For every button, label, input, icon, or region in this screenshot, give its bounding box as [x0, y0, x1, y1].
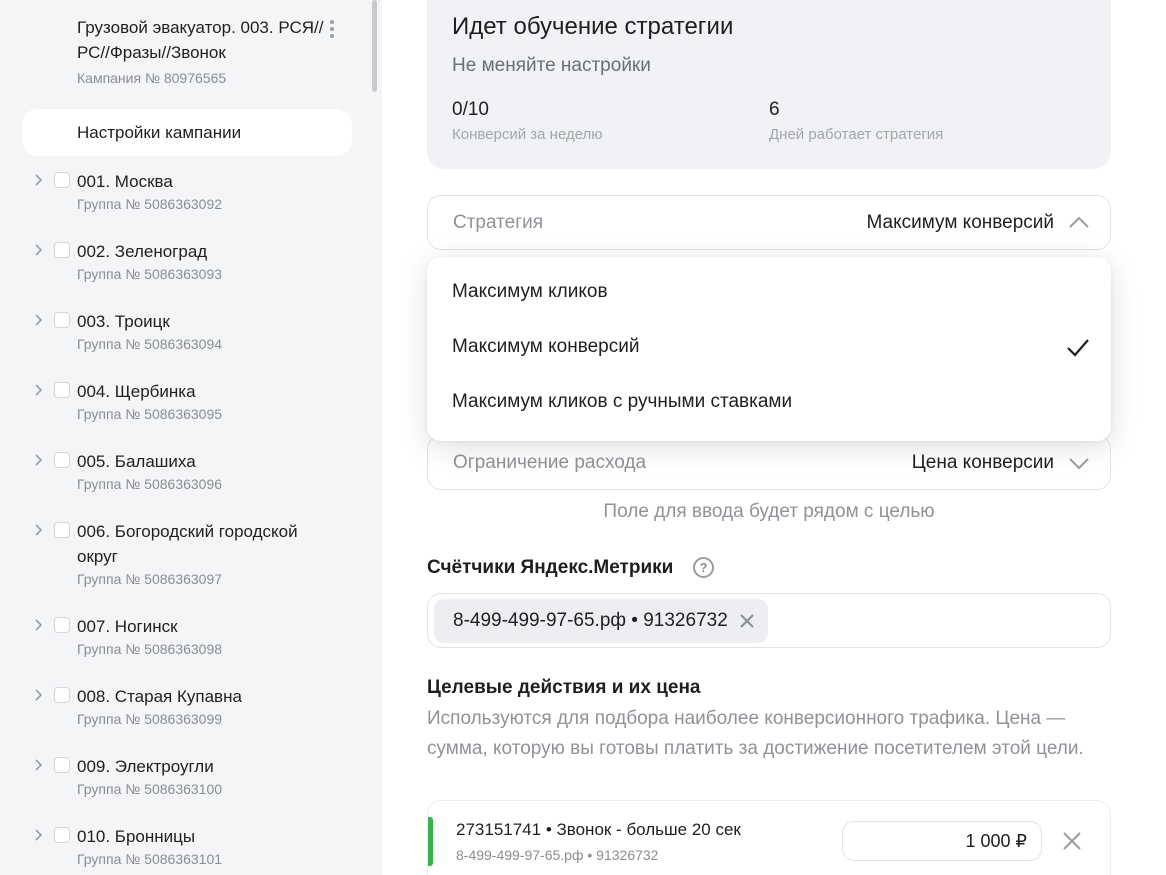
goal-status-bar [428, 817, 433, 866]
group-name: 002. Зеленоград [77, 242, 208, 261]
group-checkbox[interactable] [54, 242, 70, 258]
strategy-value: Максимум конверсий [866, 212, 1054, 233]
goal-source: 8-499-499-97-65.рф • 91326732 [456, 847, 659, 863]
group-id: Группа № 5086363098 [77, 641, 223, 657]
strategy-option-max-conversions[interactable]: Максимум конверсий [427, 322, 1111, 377]
group-name: 003. Троицк [77, 312, 170, 331]
strategy-option-max-clicks-manual[interactable]: Максимум кликов с ручными ставками [427, 377, 1111, 432]
group-id: Группа № 5086363095 [77, 406, 223, 422]
group-id: Группа № 5086363092 [77, 196, 223, 212]
group-checkbox[interactable] [54, 312, 70, 328]
counter-chip: 8-499-499-97-65.рф • 91326732 [434, 599, 768, 643]
group-checkbox[interactable] [54, 382, 70, 398]
group-name: 001. Москва [77, 172, 173, 191]
conversions-value: 0/10 [452, 99, 489, 120]
strategy-option-max-clicks[interactable]: Максимум кликов [427, 267, 1111, 322]
group-name: 007. Ногинск [77, 617, 178, 636]
close-icon[interactable] [738, 612, 756, 630]
more-menu-icon[interactable] [324, 18, 340, 40]
group-checkbox[interactable] [54, 827, 70, 843]
group-name: 008. Старая Купавна [77, 687, 242, 706]
chevron-up-icon[interactable] [1068, 214, 1090, 232]
chevron-right-icon[interactable] [32, 523, 46, 537]
learning-subtitle: Не меняйте настройки [452, 55, 651, 76]
group-checkbox[interactable] [54, 617, 70, 633]
chevron-right-icon[interactable] [32, 688, 46, 702]
sidebar-item-campaign-settings[interactable]: Настройки кампании [22, 109, 352, 156]
group-id: Группа № 5086363100 [77, 781, 223, 797]
group-checkbox[interactable] [54, 757, 70, 773]
close-icon[interactable] [1061, 830, 1083, 852]
campaign-id: Кампания № 80976565 [77, 70, 227, 86]
checkmark-icon [1067, 339, 1089, 357]
chevron-right-icon[interactable] [32, 618, 46, 632]
group-checkbox[interactable] [54, 452, 70, 468]
chevron-right-icon[interactable] [32, 173, 46, 187]
group-id: Группа № 5086363094 [77, 336, 223, 352]
group-name: 005. Балашиха [77, 452, 196, 471]
spend-limit-value: Цена конверсии [911, 452, 1054, 473]
strategy-select[interactable]: Стратегия Максимум конверсий [427, 195, 1111, 250]
group-id: Группа № 5086363096 [77, 476, 223, 492]
group-checkbox[interactable] [54, 522, 70, 538]
option-label: Максимум кликов с ручными ставками [452, 391, 793, 412]
strategy-settings-panel: Идет обучение стратегии Не меняйте настр… [382, 0, 1166, 875]
group-id: Группа № 5086363097 [77, 571, 223, 587]
campaign-title: Грузовой эвакуатор. 003. РСЯ//РС//Фразы/… [77, 18, 324, 62]
group-name: 009. Электроугли [77, 757, 214, 776]
sidebar-item-label: Настройки кампании [77, 122, 242, 142]
metrika-title: Счётчики Яндекс.Метрики [427, 557, 674, 578]
help-icon[interactable]: ? [693, 557, 714, 578]
group-checkbox[interactable] [54, 172, 70, 188]
spend-limit-label: Ограничение расхода [453, 452, 647, 473]
group-id: Группа № 5086363101 [77, 851, 223, 867]
goal-item: 273151741 • Звонок - больше 20 сек 8-499… [427, 800, 1111, 875]
goals-description: Используются для подбора наиболее конвер… [427, 708, 1084, 759]
chevron-down-icon[interactable] [1068, 454, 1090, 472]
chevron-right-icon[interactable] [32, 758, 46, 772]
campaign-sidebar: Грузовой эвакуатор. 003. РСЯ//РС//Фразы/… [0, 0, 382, 875]
chevron-right-icon[interactable] [32, 313, 46, 327]
spend-limit-hint: Поле для ввода будет рядом с целью [603, 501, 935, 522]
chevron-right-icon[interactable] [32, 383, 46, 397]
group-id: Группа № 5086363099 [77, 711, 223, 727]
group-name: 004. Щербинка [77, 382, 196, 401]
strategy-dropdown-menu: Максимум кликов Максимум конверсий Макси… [427, 257, 1111, 441]
goal-price-input[interactable]: 1 000 ₽ [842, 821, 1042, 861]
chevron-right-icon[interactable] [32, 828, 46, 842]
spend-limit-select[interactable]: Ограничение расхода Цена конверсии [427, 435, 1111, 490]
option-label: Максимум кликов [452, 281, 608, 302]
days-label: Дней работает стратегия [769, 126, 944, 143]
counter-chip-label: 8-499-499-97-65.рф • 91326732 [453, 610, 728, 631]
strategy-learning-card: Идет обучение стратегии Не меняйте настр… [427, 0, 1111, 169]
chevron-right-icon[interactable] [32, 453, 46, 467]
metrika-counters-field[interactable]: 8-499-499-97-65.рф • 91326732 [427, 593, 1111, 648]
conversions-label: Конверсий за неделю [452, 126, 603, 143]
group-checkbox[interactable] [54, 687, 70, 703]
group-id: Группа № 5086363093 [77, 266, 223, 282]
days-value: 6 [769, 99, 780, 120]
group-name: 006. Богородский городской округ [77, 522, 298, 566]
goal-name: 273151741 • Звонок - больше 20 сек [456, 820, 741, 839]
option-label: Максимум конверсий [452, 336, 640, 357]
strategy-label: Стратегия [453, 212, 544, 233]
group-name: 010. Бронницы [77, 827, 196, 846]
learning-title: Идет обучение стратегии [452, 13, 734, 40]
chevron-right-icon[interactable] [32, 243, 46, 257]
sidebar-scrollbar[interactable] [372, 0, 377, 92]
goals-title: Целевые действия и их цена [427, 677, 701, 698]
